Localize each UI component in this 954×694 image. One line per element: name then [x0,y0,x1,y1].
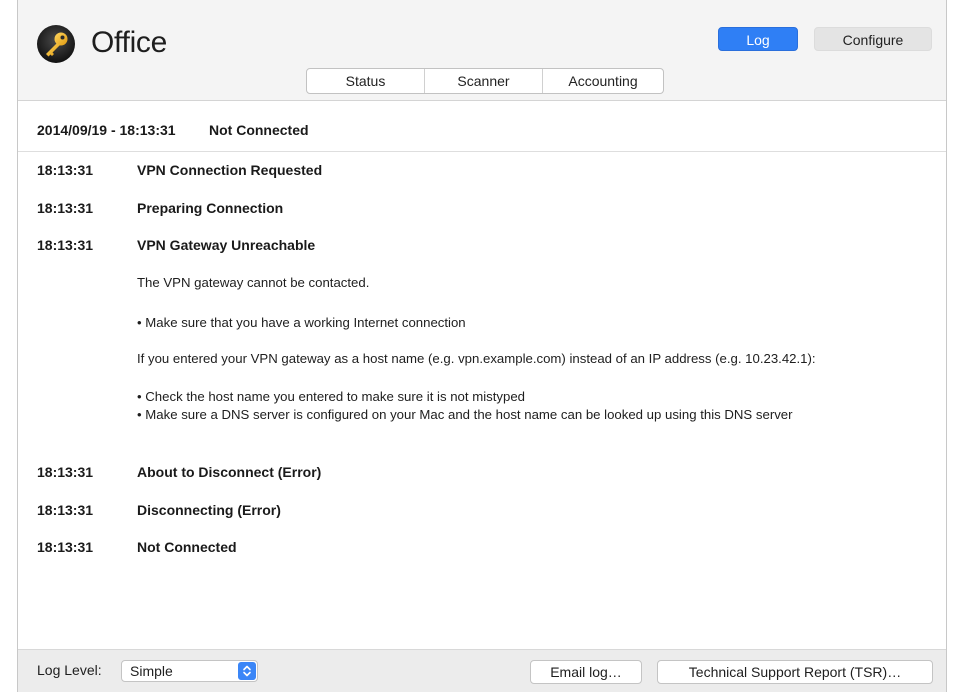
detail-text: If you entered your VPN gateway as a hos… [137,351,816,366]
entry-title: Preparing Connection [137,200,284,216]
log-header: 2014/09/19 - 18:13:31 Not Connected [18,101,946,152]
log-button[interactable]: Log [718,27,798,51]
entry-title: Disconnecting (Error) [137,502,281,518]
configure-button[interactable]: Configure [814,27,932,51]
tab-scanner[interactable]: Scanner [425,69,543,93]
entry-time: 18:13:31 [37,200,94,216]
entry-time: 18:13:31 [37,162,94,178]
log-level-label: Log Level: [37,662,102,678]
log-list: 18:13:31 VPN Connection Requested 18:13:… [18,152,946,648]
entry-title: VPN Connection Requested [137,162,323,178]
entry-time: 18:13:31 [37,237,94,253]
log-level-select[interactable]: Simple [121,660,258,682]
detail-bullet: Make sure a DNS server is configured on … [137,407,792,422]
header-datetime: 2014/09/19 - 18:13:31 [37,122,176,138]
detail-text: The VPN gateway cannot be contacted. [137,275,370,290]
app-title: Office [91,26,168,59]
entry-title: About to Disconnect (Error) [137,464,322,480]
entry-title: Not Connected [137,539,237,555]
header-status: Not Connected [209,122,309,138]
detail-bullet: Make sure that you have a working Intern… [137,315,465,330]
entry-time: 18:13:31 [37,502,94,518]
tab-accounting[interactable]: Accounting [543,69,663,93]
entry-time: 18:13:31 [37,539,94,555]
log-level-value: Simple [130,663,173,679]
main-window: Office Status Scanner Accounting Log Con… [17,0,947,692]
toolbar: Office Status Scanner Accounting Log Con… [18,0,946,101]
key-icon [37,25,75,63]
tsr-button[interactable]: Technical Support Report (TSR)… [657,660,933,684]
chevron-updown-icon[interactable] [238,662,256,680]
bottom-bar: Log Level: Simple Email log… Technical S… [18,649,946,692]
entry-title: VPN Gateway Unreachable [137,237,316,253]
email-log-button[interactable]: Email log… [530,660,642,684]
tab-status[interactable]: Status [307,69,425,93]
tab-bar: Status Scanner Accounting [306,68,664,94]
detail-bullet: Check the host name you entered to make … [137,389,525,404]
entry-time: 18:13:31 [37,464,94,480]
